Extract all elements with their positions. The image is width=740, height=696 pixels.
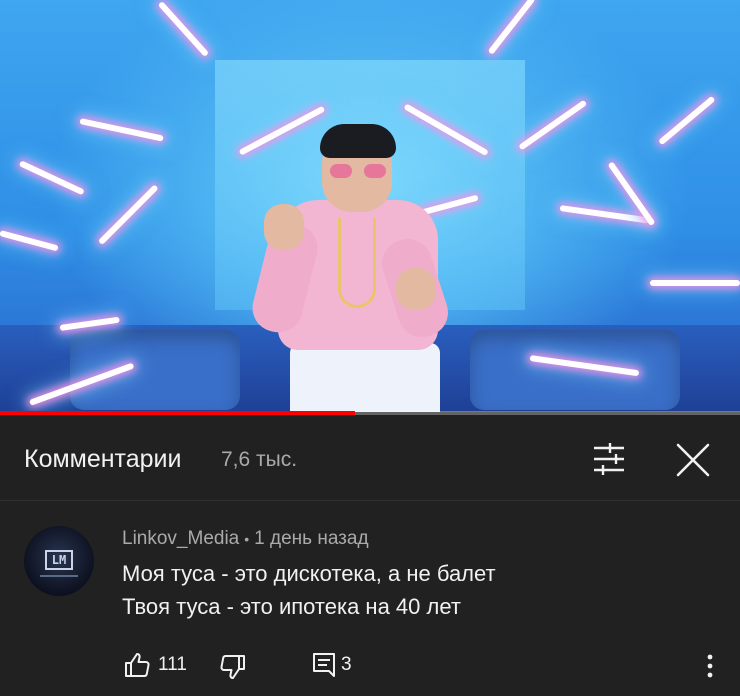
person-pants <box>290 343 440 412</box>
comment-author[interactable]: Linkov_Media <box>122 528 239 549</box>
sort-button[interactable] <box>588 439 630 479</box>
person-hand-right <box>396 268 436 310</box>
comment-item: LM Linkov_Media • 1 день назад Моя туса - … <box>0 501 740 696</box>
avatar[interactable]: LM <box>24 526 94 596</box>
reply-count[interactable]: 3 <box>341 654 352 676</box>
neon-light <box>79 118 164 142</box>
dislike-button[interactable] <box>218 652 248 682</box>
video-person <box>247 124 460 412</box>
comments-count: 7,6 тыс. <box>221 448 298 471</box>
neon-light <box>0 230 59 252</box>
comment-meta: Linkov_Media • 1 день назад <box>122 528 369 550</box>
more-options-button[interactable] <box>700 650 720 682</box>
avatar-caption-bar <box>40 575 78 577</box>
video-player[interactable] <box>0 0 740 412</box>
neon-light <box>650 280 740 286</box>
neon-light <box>157 0 210 58</box>
reply-icon <box>313 653 335 677</box>
comments-header: Комментарии 7,6 тыс. <box>0 415 740 501</box>
comments-title: Комментарии <box>24 445 182 473</box>
sort-filter-icon <box>594 443 624 475</box>
person-hand-left <box>264 204 304 250</box>
thumb-down-icon <box>220 655 245 679</box>
comment-actions: 111 3 <box>0 646 740 686</box>
comment-time: 1 день назад <box>254 528 369 549</box>
neon-light <box>658 95 716 146</box>
neon-light <box>487 0 536 55</box>
neon-light <box>559 205 650 224</box>
more-vert-icon <box>707 654 713 678</box>
thumb-up-icon <box>125 653 150 677</box>
avatar-logo: LM <box>45 550 73 570</box>
like-button[interactable] <box>122 650 152 680</box>
comment-text-line: Моя туса - это дискотека, а не балет <box>122 561 496 586</box>
reply-button[interactable] <box>310 651 338 679</box>
neon-light <box>518 99 588 151</box>
like-count: 111 <box>158 654 187 675</box>
person-hair <box>320 124 396 158</box>
close-button[interactable] <box>672 439 714 481</box>
person-chain <box>338 218 376 308</box>
video-couch-left <box>70 330 240 410</box>
close-icon <box>676 443 710 477</box>
neon-light <box>18 160 85 196</box>
person-glasses <box>330 164 386 178</box>
comment-text-line: Твоя туса - это ипотека на 40 лет <box>122 594 461 619</box>
video-couch-right <box>470 330 680 410</box>
meta-separator: • <box>244 531 250 547</box>
neon-light <box>97 184 159 246</box>
